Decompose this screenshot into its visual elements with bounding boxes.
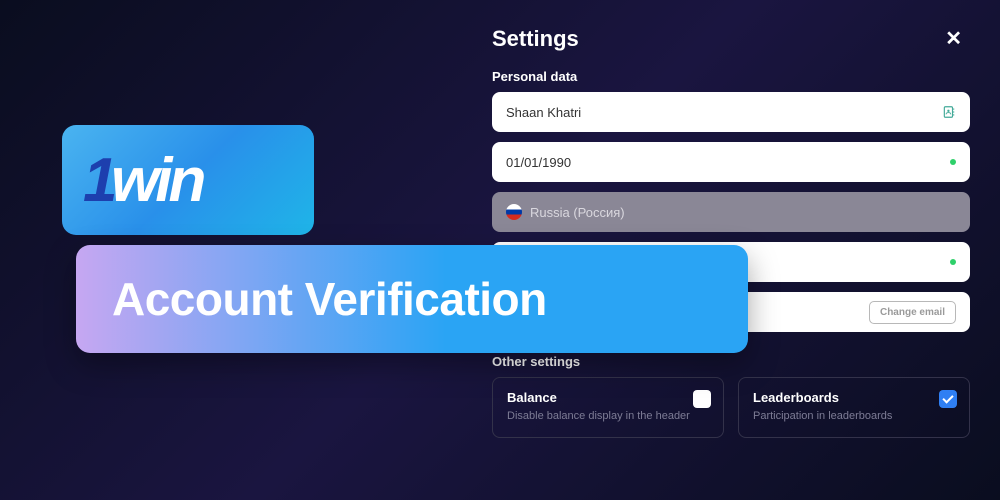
promo-block: 1 win Account Verification: [62, 125, 314, 235]
status-dot-icon: [950, 259, 956, 265]
name-field[interactable]: Shaan Khatri: [492, 92, 970, 132]
dob-field[interactable]: 01/01/1990: [492, 142, 970, 182]
balance-card: Balance Disable balance display in the h…: [492, 377, 724, 438]
status-dot-icon: [950, 159, 956, 165]
contacts-icon: [942, 105, 956, 119]
close-icon[interactable]: ✕: [937, 22, 970, 55]
leaderboards-card-title: Leaderboards: [753, 390, 955, 405]
svg-text:win: win: [111, 146, 204, 215]
brand-logo: 1 win: [62, 125, 314, 235]
dob-value: 01/01/1990: [506, 155, 571, 170]
balance-card-desc: Disable balance display in the header: [507, 409, 709, 423]
flag-russia-icon: [506, 204, 522, 220]
name-value: Shaan Khatri: [506, 105, 581, 120]
settings-header: Settings ✕: [492, 22, 970, 55]
leaderboards-card: Leaderboards Participation in leaderboar…: [738, 377, 970, 438]
other-settings-section: Other settings Balance Disable balance d…: [492, 354, 970, 438]
personal-data-label: Personal data: [492, 69, 970, 84]
balance-card-title: Balance: [507, 390, 709, 405]
settings-cards-row: Balance Disable balance display in the h…: [492, 377, 970, 438]
promo-title-card: Account Verification: [76, 245, 748, 353]
promo-title: Account Verification: [112, 272, 547, 326]
settings-panel: Settings ✕ Personal data Shaan Khatri 01…: [492, 22, 970, 438]
leaderboards-card-desc: Participation in leaderboards: [753, 409, 955, 423]
other-settings-label: Other settings: [492, 354, 970, 369]
balance-checkbox[interactable]: [693, 390, 711, 408]
change-email-button[interactable]: Change email: [869, 301, 956, 324]
country-value: Russia (Россия): [530, 205, 625, 220]
onewin-logo-icon: 1 win: [83, 143, 293, 217]
leaderboards-checkbox[interactable]: [939, 390, 957, 408]
settings-title: Settings: [492, 26, 579, 52]
country-field: Russia (Россия): [492, 192, 970, 232]
